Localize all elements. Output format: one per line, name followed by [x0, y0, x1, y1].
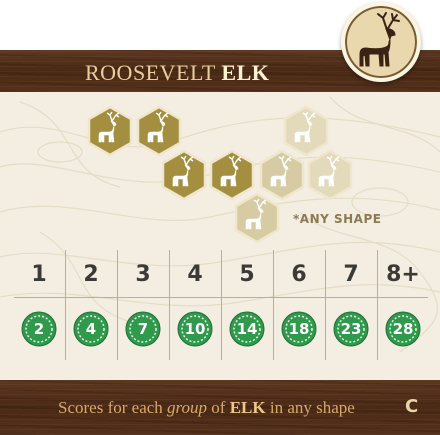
card-variant-letter: C	[405, 396, 419, 417]
group-size-1: 1	[31, 262, 47, 287]
faded-hex-2	[283, 105, 329, 157]
gold-hex-1	[87, 105, 133, 157]
points-token-4: 10	[177, 311, 213, 347]
scoring-table: 1 2 3 4 5 6 7 8+ 2 4 7 10 14 18 23 28	[14, 250, 428, 360]
faded-hex-3	[307, 149, 353, 201]
faded-hex-4	[234, 192, 280, 244]
group-size-5: 5	[239, 262, 255, 287]
gold-hex-3	[161, 149, 207, 201]
faded-hex-1	[259, 149, 305, 201]
points-token-5: 14	[229, 311, 265, 347]
group-size-7: 7	[343, 262, 359, 287]
gold-hex-2	[136, 105, 182, 157]
points-token-8-plus: 28	[385, 311, 421, 347]
points-token-6: 18	[281, 311, 317, 347]
points-token-7: 23	[333, 311, 369, 347]
points-token-3: 7	[125, 311, 161, 347]
any-shape-note: *ANY SHAPE	[293, 212, 382, 226]
group-size-2: 2	[83, 262, 99, 287]
group-size-4: 4	[187, 262, 203, 287]
points-token-1: 2	[21, 311, 57, 347]
points-token-2: 4	[73, 311, 109, 347]
group-size-8-plus: 8+	[386, 262, 420, 287]
group-size-3: 3	[135, 262, 151, 287]
scoring-rule-text: Scores for each group of ELK in any shap…	[58, 398, 355, 417]
group-size-6: 6	[291, 262, 307, 287]
gold-hex-4	[209, 149, 255, 201]
